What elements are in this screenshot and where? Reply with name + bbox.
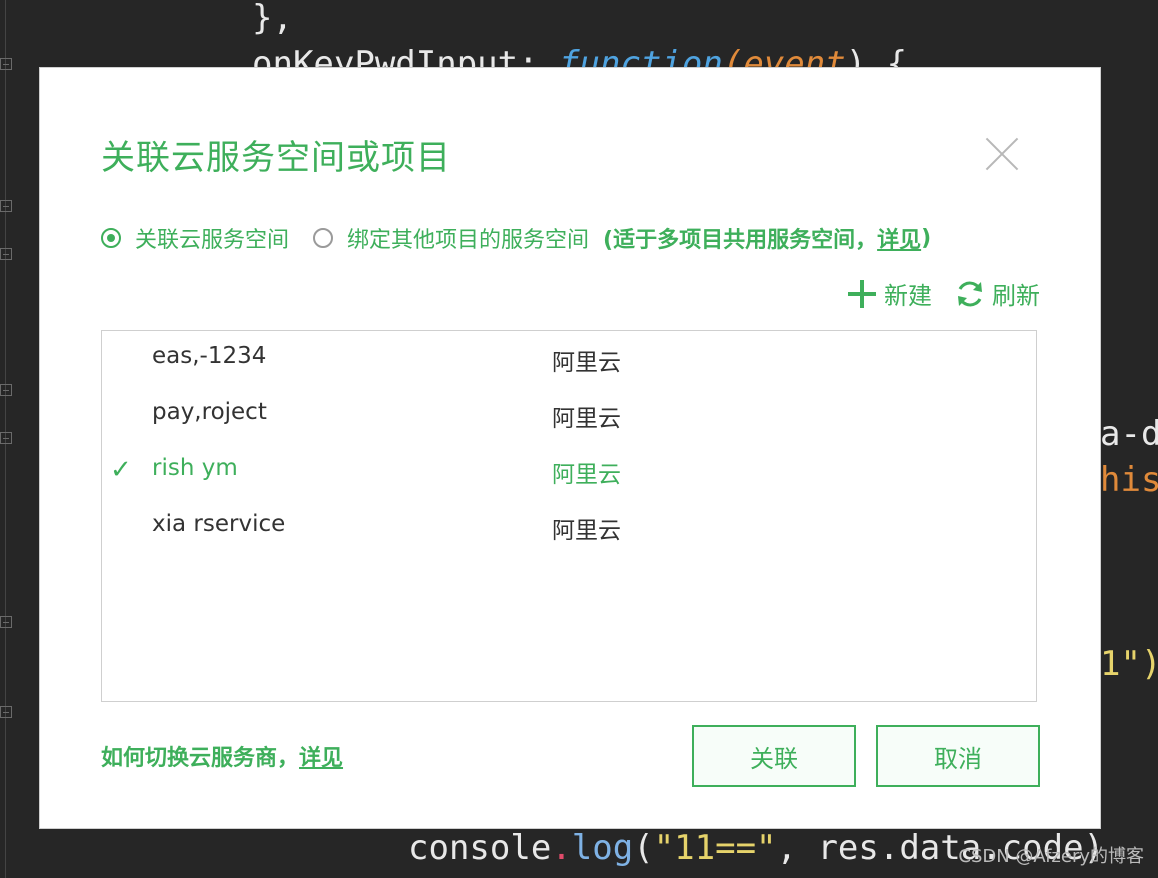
code-line: }, bbox=[252, 0, 293, 38]
fold-icon[interactable] bbox=[0, 58, 12, 70]
code-line: his bbox=[1100, 460, 1158, 500]
link-button[interactable]: 关联 bbox=[692, 725, 856, 787]
cloud-space-list: eas,-1234 阿里云 pay,roject 阿里云 ✓ rish ym 阿… bbox=[101, 330, 1037, 702]
code-line: 1") bbox=[1100, 644, 1158, 684]
radio-link-space[interactable] bbox=[101, 228, 121, 248]
fold-icon[interactable] bbox=[0, 432, 12, 444]
space-name: xia rservice bbox=[152, 511, 286, 537]
close-icon[interactable] bbox=[984, 136, 1020, 172]
space-provider: 阿里云 bbox=[552, 518, 621, 544]
new-space-label: 新建 bbox=[884, 282, 932, 310]
watermark: CSDN @Afzery的博客 bbox=[958, 846, 1144, 867]
refresh-label: 刷新 bbox=[992, 282, 1040, 310]
refresh-icon bbox=[958, 281, 982, 306]
space-name: eas,-1234 bbox=[152, 343, 267, 369]
list-item[interactable]: eas,-1234 阿里云 bbox=[102, 331, 1036, 387]
dialog-title: 关联云服务空间或项目 bbox=[101, 138, 451, 178]
fold-icon[interactable] bbox=[0, 248, 12, 260]
fold-icon[interactable] bbox=[0, 384, 12, 396]
link-cloud-space-dialog: 关联云服务空间或项目 关联云服务空间 绑定其他项目的服务空间 (适于多项目共用服… bbox=[40, 68, 1100, 828]
radio-link-space-label[interactable]: 关联云服务空间 bbox=[135, 222, 289, 254]
radio-bind-other-project[interactable] bbox=[313, 228, 334, 248]
check-icon: ✓ bbox=[110, 455, 132, 485]
cancel-button[interactable]: 取消 bbox=[876, 725, 1040, 787]
space-provider: 阿里云 bbox=[552, 462, 621, 488]
refresh-button[interactable]: 刷新 bbox=[954, 276, 1040, 311]
code-line: a-d bbox=[1100, 414, 1158, 454]
fold-icon[interactable] bbox=[0, 706, 12, 718]
fold-icon[interactable] bbox=[0, 616, 12, 628]
code-token: console bbox=[408, 828, 552, 868]
code-token: log bbox=[571, 828, 634, 868]
code-token: . bbox=[551, 828, 572, 868]
list-item-selected[interactable]: ✓ rish ym 阿里云 bbox=[102, 443, 1036, 499]
list-item[interactable]: pay,roject 阿里云 bbox=[102, 387, 1036, 443]
space-name: rish ym bbox=[152, 455, 238, 481]
radio-bind-other-project-label[interactable]: 绑定其他项目的服务空间 bbox=[347, 222, 589, 254]
switch-provider-text: 如何切换云服务商， bbox=[101, 746, 300, 771]
hint-details-link[interactable]: 详见 bbox=[877, 222, 921, 254]
space-provider: 阿里云 bbox=[552, 350, 621, 376]
hint-text-suffix: ) bbox=[921, 225, 932, 251]
switch-provider-details-link[interactable]: 详见 bbox=[299, 746, 343, 771]
code-token: "11==" bbox=[653, 828, 777, 868]
plus-icon bbox=[848, 279, 876, 308]
fold-icon[interactable] bbox=[0, 200, 12, 212]
link-mode-radio-group: 关联云服务空间 绑定其他项目的服务空间 (适于多项目共用服务空间， 详见 ) bbox=[101, 222, 931, 254]
new-space-button[interactable]: 新建 bbox=[846, 276, 932, 311]
hint-text: (适于多项目共用服务空间， bbox=[603, 228, 878, 253]
space-name: pay,roject bbox=[152, 399, 267, 425]
space-provider: 阿里云 bbox=[552, 406, 621, 432]
list-item[interactable]: xia rservice 阿里云 bbox=[102, 499, 1036, 555]
list-actions: 新建 刷新 bbox=[824, 276, 1040, 311]
switch-provider-help: 如何切换云服务商，详见 bbox=[101, 740, 343, 772]
code-token: ( bbox=[633, 828, 654, 868]
